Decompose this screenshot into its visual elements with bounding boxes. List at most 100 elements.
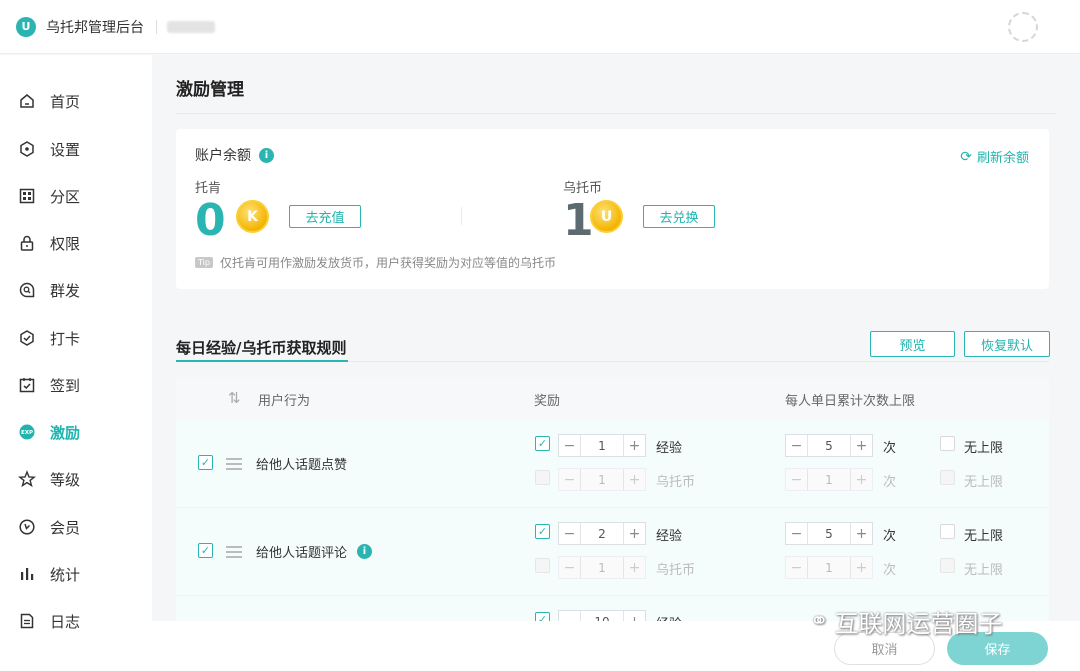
shield-check-icon	[18, 329, 36, 347]
preview-button[interactable]: 预览	[870, 331, 955, 357]
exchange-button[interactable]: 去兑换	[643, 205, 715, 228]
reset-default-button[interactable]: 恢复默认	[964, 331, 1050, 357]
sidebar-item-level[interactable]: 等级	[18, 467, 80, 491]
plus-icon[interactable]: +	[850, 557, 872, 578]
refresh-balance-label: 刷新余额	[976, 151, 1029, 166]
plus-icon[interactable]: +	[850, 435, 872, 456]
stepper-value[interactable]: 1	[581, 435, 623, 456]
plus-icon[interactable]: +	[623, 469, 645, 490]
sidebar-item-partition[interactable]: 分区	[18, 184, 80, 208]
minus-icon[interactable]: −	[559, 435, 581, 456]
sidebar-item-member[interactable]: 会员	[18, 515, 80, 539]
sidebar-item-log[interactable]: 日志	[18, 609, 80, 633]
plus-icon[interactable]: +	[623, 523, 645, 544]
sidebar-item-label: 群发	[50, 281, 81, 300]
no-limit-checkbox[interactable]	[940, 436, 955, 451]
top-bar: U 乌托邦管理后台	[0, 0, 1080, 54]
row-action-label: 给他人话题点赞	[256, 458, 348, 473]
wechat-icon: ⚭	[810, 609, 829, 634]
sidebar-item-label: 激励	[50, 423, 81, 442]
row-enable-checkbox[interactable]: ✓	[198, 455, 213, 470]
star-icon	[18, 470, 36, 488]
minus-icon[interactable]: −	[786, 435, 808, 456]
minus-icon[interactable]: −	[559, 469, 581, 490]
recharge-button[interactable]: 去充值	[289, 205, 361, 228]
app-logo-icon: U	[16, 16, 36, 37]
coin-limit-stepper[interactable]: − 1 +	[785, 468, 873, 491]
token-value: 0	[195, 195, 226, 246]
exp-reward-stepper[interactable]: − 1 +	[558, 434, 646, 457]
sidebar-item-statistics[interactable]: 统计	[18, 562, 80, 586]
exp-reward-stepper[interactable]: − 2 +	[558, 522, 646, 545]
sidebar-item-checkin[interactable]: 打卡	[18, 326, 80, 350]
drag-handle-icon[interactable]	[226, 546, 242, 561]
info-icon[interactable]: i	[357, 544, 373, 559]
utopia-coin-balance: 乌托币 1 U 去兑换	[563, 177, 715, 245]
rules-title-underline	[176, 360, 348, 362]
minus-icon[interactable]: −	[559, 557, 581, 578]
coin-reward-checkbox[interactable]	[535, 470, 550, 485]
stepper-value[interactable]: 5	[808, 523, 850, 544]
minus-icon[interactable]: −	[786, 557, 808, 578]
exp-limit-stepper[interactable]: − 5 +	[785, 522, 873, 545]
sidebar-item-incentive[interactable]: EXP 激励	[18, 420, 80, 444]
stepper-value[interactable]: 1	[581, 557, 623, 578]
plus-icon[interactable]: +	[850, 469, 872, 490]
stepper-value[interactable]: 2	[581, 523, 623, 544]
stepper-value[interactable]: 1	[808, 557, 850, 578]
drag-handle-icon[interactable]	[226, 458, 242, 473]
sidebar-item-home[interactable]: 首页	[18, 89, 80, 113]
stepper-value[interactable]: 1	[808, 469, 850, 490]
balance-card: 账户余额 i ⟳ 刷新余额 托肯 0 K 去充值 乌托币 1 U 去兑换 Tip…	[176, 129, 1049, 289]
token-balance: 托肯 0 K 去充值	[195, 177, 361, 245]
exp-reward-checkbox[interactable]: ✓	[535, 436, 550, 451]
exp-limit-stepper[interactable]: − 5 +	[785, 434, 873, 457]
info-icon[interactable]: i	[259, 147, 274, 163]
minus-icon[interactable]: −	[559, 523, 581, 544]
sidebar-item-label: 等级	[50, 470, 81, 489]
coin-limit-stepper[interactable]: − 1 +	[785, 556, 873, 579]
refresh-balance-button[interactable]: ⟳ 刷新余额	[960, 147, 1029, 167]
no-limit-checkbox[interactable]	[940, 470, 955, 485]
sort-icon[interactable]: ⇅	[228, 389, 241, 407]
no-limit-checkbox[interactable]	[940, 558, 955, 573]
row-action-name: 给他人话题点赞	[256, 454, 347, 473]
exp-reward-checkbox[interactable]: ✓	[535, 524, 550, 539]
plus-icon[interactable]: +	[623, 557, 645, 578]
coin-reward-stepper[interactable]: − 1 +	[558, 556, 646, 579]
balance-divider	[461, 207, 462, 225]
stepper-value[interactable]: 5	[808, 435, 850, 456]
sidebar-item-permission[interactable]: 权限	[18, 231, 80, 255]
times-unit: 次	[883, 529, 897, 544]
coin-unit: 乌托币	[656, 563, 696, 578]
minus-icon[interactable]: −	[786, 523, 808, 544]
header-reward: 奖励	[534, 394, 561, 409]
row-enable-checkbox[interactable]: ✓	[198, 543, 213, 558]
refresh-icon: ⟳	[960, 148, 972, 165]
header-action: 用户行为	[258, 394, 311, 409]
row-action-label: 给他人话题评论	[256, 546, 348, 561]
rules-title: 每日经验/乌托币获取规则	[176, 339, 347, 357]
svg-text:EXP: EXP	[21, 430, 33, 436]
avatar[interactable]	[1008, 12, 1038, 42]
grid-icon	[18, 187, 36, 205]
sidebar: 首页 设置 分区 权限 群发 打卡 签到 EXP 激励 等级 会员 统计 日志	[0, 55, 152, 671]
sidebar-item-signin[interactable]: 签到	[18, 373, 80, 397]
table-header: ⇅ 用户行为 奖励 每人单日累计次数上限	[176, 377, 1049, 420]
coin-reward-checkbox[interactable]	[535, 558, 550, 573]
exp-badge-icon: EXP	[18, 423, 36, 441]
balance-title: 账户余额 i	[195, 145, 274, 165]
sidebar-item-label: 签到	[50, 376, 81, 395]
coin-reward-stepper[interactable]: − 1 +	[558, 468, 646, 491]
sidebar-item-settings[interactable]: 设置	[18, 137, 80, 161]
minus-icon[interactable]: −	[786, 469, 808, 490]
sidebar-item-broadcast[interactable]: 群发	[18, 278, 80, 302]
times-unit: 次	[883, 441, 897, 456]
times-unit: 次	[883, 563, 897, 578]
plus-icon[interactable]: +	[850, 523, 872, 544]
no-limit-label: 无上限	[964, 475, 1004, 490]
stepper-value[interactable]: 1	[581, 469, 623, 490]
plus-icon[interactable]: +	[623, 435, 645, 456]
no-limit-checkbox[interactable]	[940, 524, 955, 539]
coin-unit: 乌托币	[656, 475, 696, 490]
